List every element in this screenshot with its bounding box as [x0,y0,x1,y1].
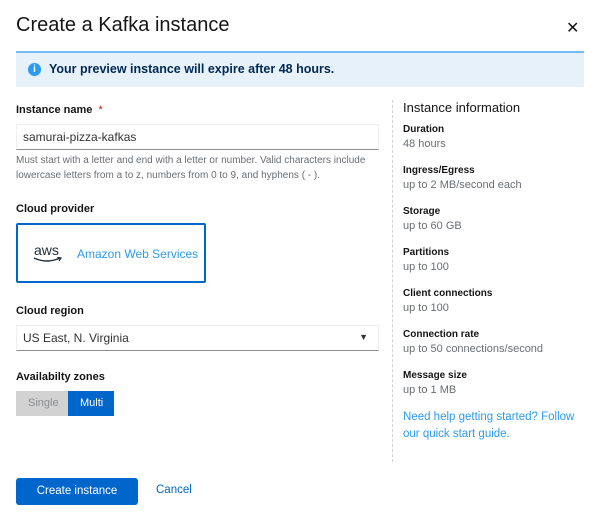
zone-single-button[interactable]: Single [16,391,68,416]
zone-multi-button[interactable]: Multi [68,391,114,416]
availability-zones-toggle: Single Multi [16,391,114,416]
close-icon[interactable]: ✕ [566,18,579,38]
info-value: up to 100 [403,302,449,314]
info-label: Ingress/Egress [403,165,475,176]
info-value: up to 100 [403,261,449,273]
caret-down-icon: ▼ [359,332,368,342]
info-label: Client connections [403,288,493,299]
cloud-region-select[interactable]: US East, N. Virginia ▼ [16,325,379,351]
alert-text: Your preview instance will expire after … [49,62,335,76]
info-icon: i [28,63,41,76]
info-value: up to 2 MB/second each [403,179,522,191]
info-value: up to 1 MB [403,384,457,396]
region-value: US East, N. Virginia [23,331,129,345]
cloud-provider-label: Cloud provider [16,203,95,215]
info-alert: i Your preview instance will expire afte… [16,51,584,87]
info-item: Ingress/Egress up to 2 MB/second each [403,163,593,193]
info-item: Message size up to 1 MB [403,368,593,398]
label-text: Instance name [16,104,93,116]
info-label: Partitions [403,247,450,258]
help-line: lowercase letters from a to z, numbers f… [16,170,321,181]
info-item: Duration 48 hours [403,122,593,152]
info-item: Client connections up to 100 [403,286,593,316]
info-label: Duration [403,124,445,135]
info-value: up to 60 GB [403,220,462,232]
info-item: Connection rate up to 50 connections/seco… [403,327,593,357]
info-value: 48 hours [403,138,446,150]
info-label: Storage [403,206,441,217]
provider-name: Amazon Web Services [77,247,199,261]
info-label: Message size [403,370,467,381]
availability-zones-label: Availabilty zones [16,371,105,383]
info-value: up to 50 connections/second [403,343,544,355]
instance-info-panel: Instance information Duration 48 hours Ing… [403,100,593,443]
cancel-button[interactable]: Cancel [156,484,192,496]
info-item: Partitions up to 100 [403,245,593,275]
required-marker: * [98,104,103,116]
instance-name-label: Instance name * [16,104,103,116]
instance-name-help: Must start with a letter and end with a … [16,153,365,183]
info-label: Connection rate [403,329,480,340]
aws-provider-card[interactable]: aws Amazon Web Services [16,223,206,283]
create-instance-button[interactable]: Create instance [16,478,138,505]
divider [392,100,393,462]
instance-name-input[interactable]: samurai-pizza-kafkas [16,124,379,150]
cloud-region-label: Cloud region [16,305,84,317]
info-item: Storage up to 60 GB [403,204,593,234]
help-line: Must start with a letter and end with a … [16,155,366,166]
quick-start-link[interactable]: Need help getting started? Follow our qu… [403,409,593,443]
aws-logo: aws [33,242,62,262]
info-title: Instance information [403,100,521,115]
modal-title: Create a Kafka instance [16,14,230,36]
